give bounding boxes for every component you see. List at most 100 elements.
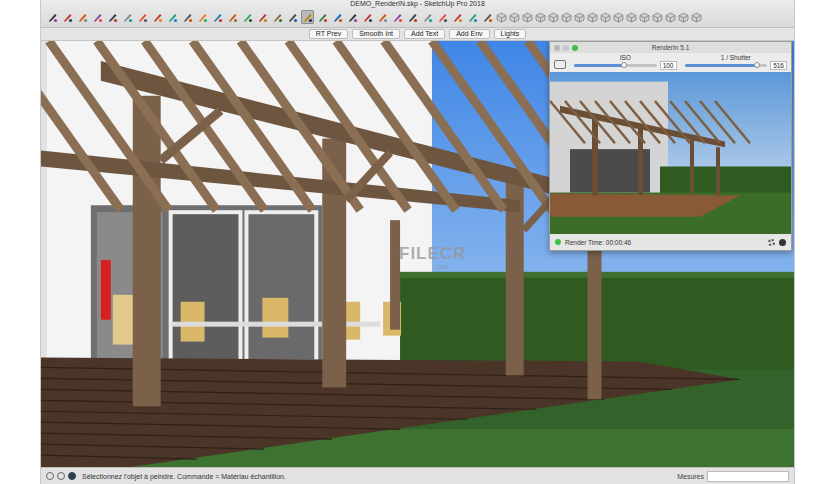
tool-icon: [392, 12, 403, 23]
tool-button[interactable]: [196, 10, 209, 24]
tool-button[interactable]: [466, 10, 479, 24]
tool-icon: [407, 12, 418, 23]
tool-button[interactable]: [316, 10, 329, 24]
watermark: FILECR.com: [399, 245, 466, 271]
info-icon[interactable]: [57, 472, 65, 480]
slider-knob[interactable]: [621, 62, 627, 68]
render-window[interactable]: RenderIn 5.1ISO1001 / Shutter516Render T…: [549, 41, 792, 251]
tool-button[interactable]: [106, 10, 119, 24]
render-toolbar-button[interactable]: Lights: [494, 29, 527, 39]
tool-button[interactable]: [331, 10, 344, 24]
measure-field[interactable]: [707, 471, 789, 482]
tool-button[interactable]: [639, 10, 650, 24]
tool-button[interactable]: [211, 10, 224, 24]
render-toolbar-button[interactable]: Smooth Int: [352, 29, 400, 39]
tool-button[interactable]: [574, 10, 585, 24]
render-toolbar-button[interactable]: Add Env: [449, 29, 489, 39]
tool-icon: [92, 12, 103, 23]
tool-button[interactable]: [346, 10, 359, 24]
tool-icon: [197, 12, 208, 23]
watermark-suffix: .com: [433, 263, 448, 271]
render-window-titlebar: RenderIn 5.1: [550, 42, 791, 53]
tool-button[interactable]: [301, 10, 314, 24]
tool-button[interactable]: [76, 10, 89, 24]
watermark-brand: FILECR: [399, 245, 466, 263]
view-cube-icon: [639, 12, 650, 23]
tool-button[interactable]: [561, 10, 572, 24]
tool-button[interactable]: [652, 10, 663, 24]
view-cube-icon: [561, 12, 572, 23]
tool-button[interactable]: [61, 10, 74, 24]
viewport[interactable]: FILECR.com RenderIn 5.1ISO1001 / Shutter5…: [41, 41, 794, 467]
status-message: Sélectionnez l'objet à peindre. Commande…: [82, 473, 286, 480]
tool-button[interactable]: [181, 10, 194, 24]
tool-button[interactable]: [587, 10, 598, 24]
tool-button[interactable]: [256, 10, 269, 24]
tool-button[interactable]: [481, 10, 494, 24]
slider-value[interactable]: 516: [770, 61, 787, 70]
tool-button[interactable]: [522, 10, 533, 24]
tool-button[interactable]: [665, 10, 676, 24]
tool-button[interactable]: [361, 10, 374, 24]
slider-track[interactable]: [685, 64, 768, 67]
slider-group: ISO100: [574, 54, 677, 70]
tool-button[interactable]: [151, 10, 164, 24]
tool-button[interactable]: [691, 10, 702, 24]
render-toolbar-button[interactable]: RT Prev: [309, 29, 348, 39]
tool-button[interactable]: [451, 10, 464, 24]
view-cube-icon: [678, 12, 689, 23]
settings-gear-icon[interactable]: [768, 239, 775, 246]
tool-button[interactable]: [509, 10, 520, 24]
tool-icon: [287, 12, 298, 23]
tool-icon: [167, 12, 178, 23]
tool-button[interactable]: [600, 10, 611, 24]
tool-button[interactable]: [548, 10, 559, 24]
tool-button[interactable]: [391, 10, 404, 24]
tool-button[interactable]: [376, 10, 389, 24]
measure-label: Mesures: [677, 473, 704, 480]
user-icon[interactable]: [68, 472, 76, 480]
tool-button[interactable]: [406, 10, 419, 24]
view-cube-icon: [652, 12, 663, 23]
tool-button[interactable]: [121, 10, 134, 24]
tool-icon: [77, 12, 88, 23]
tool-button[interactable]: [271, 10, 284, 24]
tool-button[interactable]: [166, 10, 179, 24]
close-button[interactable]: [554, 45, 560, 51]
tool-button[interactable]: [626, 10, 637, 24]
tool-icon: [152, 12, 163, 23]
tool-icon: [332, 12, 343, 23]
tool-button[interactable]: [286, 10, 299, 24]
tool-icon: [227, 12, 238, 23]
tool-button[interactable]: [136, 10, 149, 24]
tool-button[interactable]: [46, 10, 59, 24]
slider-track[interactable]: [574, 64, 657, 67]
slider-bar: ISO1001 / Shutter516: [550, 53, 791, 72]
tool-button[interactable]: [496, 10, 507, 24]
save-icon[interactable]: [779, 239, 786, 246]
tool-button[interactable]: [226, 10, 239, 24]
header: DEMO_RenderIN.skp - SketchUp Pro 2018: [41, 0, 794, 28]
render-toolbar-button[interactable]: Add Text: [404, 29, 445, 39]
tool-icon: [137, 12, 148, 23]
tool-button[interactable]: [535, 10, 546, 24]
tool-icon: [182, 12, 193, 23]
slider-value[interactable]: 100: [660, 61, 677, 70]
tool-button[interactable]: [678, 10, 689, 24]
slider-row: 100: [574, 61, 677, 70]
tool-button[interactable]: [613, 10, 624, 24]
tool-button[interactable]: [241, 10, 254, 24]
camera-icon: [554, 60, 566, 69]
tool-button[interactable]: [436, 10, 449, 24]
slider-label: ISO: [574, 54, 677, 61]
toolbar: [41, 8, 794, 27]
geo-icon[interactable]: [46, 472, 54, 480]
slider-fill: [685, 64, 758, 67]
view-cube-icon: [613, 12, 624, 23]
tool-button[interactable]: [91, 10, 104, 24]
tool-icon: [362, 12, 373, 23]
slider-knob[interactable]: [754, 62, 760, 68]
zoom-button[interactable]: [572, 45, 578, 51]
minimize-button[interactable]: [563, 45, 569, 51]
tool-button[interactable]: [421, 10, 434, 24]
